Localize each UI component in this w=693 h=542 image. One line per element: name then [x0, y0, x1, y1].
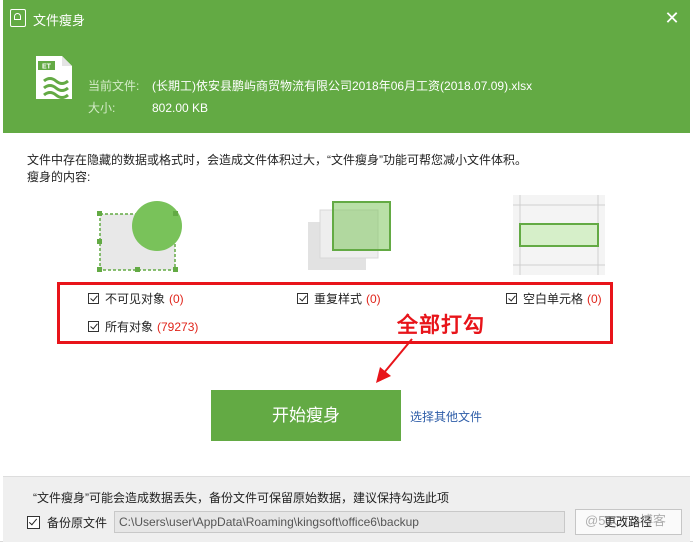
start-slimming-button[interactable]: 开始瘦身: [211, 390, 401, 441]
backup-row: 备份原文件: [27, 511, 566, 533]
description-text: 文件中存在隐藏的数据或格式时，会造成文件体积过大，“文件瘦身”功能可帮您减小文件…: [27, 153, 527, 167]
option-duplicate-styles[interactable]: 重复样式 (0): [297, 290, 381, 307]
close-button[interactable]: ✕: [662, 8, 682, 28]
blank-cells-illustration: [513, 195, 605, 275]
duplicate-styles-illustration: [308, 201, 391, 270]
window-title: 文件瘦身: [33, 13, 86, 28]
option-invisible-objects[interactable]: 不可见对象 (0): [88, 290, 184, 307]
option-count: (0): [169, 291, 184, 306]
close-icon: ✕: [664, 8, 680, 28]
file-size-value: 802.00 KB: [152, 101, 209, 115]
option-label: 重复样式: [314, 292, 363, 306]
invisible-objects-illustration: [97, 201, 182, 272]
select-other-file-link[interactable]: 选择其他文件: [410, 408, 482, 425]
description: 文件中存在隐藏的数据或格式时，会造成文件体积过大，“文件瘦身”功能可帮您减小文件…: [27, 152, 527, 186]
option-blank-cells[interactable]: 空白单元格 (0): [506, 290, 602, 307]
option-count: (0): [587, 291, 602, 306]
option-count: (0): [366, 291, 381, 306]
backup-footer: “文件瘦身”可能会造成数据丢失，备份文件可保留原始数据，建议保持勾选此项 备份原…: [3, 476, 690, 542]
dialog-header: 文件瘦身 ✕ ET 当前文件: (长期工)依安县鹏屿商贸物流有限公司2018年06…: [3, 0, 690, 133]
backup-path-field[interactable]: [114, 511, 566, 533]
app-logo-icon: [10, 9, 26, 27]
file-slimming-dialog: 文件瘦身 ✕ ET 当前文件: (长期工)依安县鹏屿商贸物流有限公司2018年06…: [0, 0, 693, 542]
option-label: 空白单元格: [523, 292, 584, 306]
slim-content-label: 瘦身的内容:: [27, 170, 91, 184]
spreadsheet-file-icon: ET: [36, 56, 72, 99]
file-size-label: 大小:: [88, 101, 116, 115]
slim-options-group: 不可见对象 (0) 重复样式 (0) 空白单元格 (0) 所有对象 (79273): [57, 282, 613, 344]
file-info: 当前文件: (长期工)依安县鹏屿商贸物流有限公司2018年06月工资(2018.0…: [88, 75, 532, 119]
current-file-label: 当前文件:: [88, 79, 140, 93]
all-objects-checkbox[interactable]: [88, 321, 99, 332]
annotation-text: 全部打勾: [397, 312, 485, 337]
watermark-text: @51CTO博客: [585, 513, 666, 528]
annotation-arrow-icon: [376, 338, 413, 383]
current-file-name: (长期工)依安县鹏屿商贸物流有限公司2018年06月工资(2018.07.09)…: [152, 79, 533, 93]
invisible-objects-checkbox[interactable]: [88, 293, 99, 304]
backup-original-label[interactable]: 备份原文件: [47, 514, 107, 531]
option-count: (79273): [157, 319, 199, 334]
file-size-row: 大小: 802.00 KB: [88, 97, 532, 119]
option-label: 所有对象: [105, 320, 154, 334]
backup-original-checkbox[interactable]: [27, 515, 40, 529]
duplicate-styles-checkbox[interactable]: [297, 293, 308, 304]
current-file-row: 当前文件: (长期工)依安县鹏屿商贸物流有限公司2018年06月工资(2018.0…: [88, 75, 532, 97]
option-label: 不可见对象: [105, 292, 166, 306]
title-bar: 文件瘦身 ✕: [3, 0, 690, 38]
option-all-objects[interactable]: 所有对象 (79273): [88, 318, 198, 335]
blank-cells-checkbox[interactable]: [506, 293, 517, 304]
data-loss-warning: “文件瘦身”可能会造成数据丢失，备份文件可保留原始数据，建议保持勾选此项: [33, 491, 449, 505]
file-type-label: ET: [42, 64, 52, 71]
